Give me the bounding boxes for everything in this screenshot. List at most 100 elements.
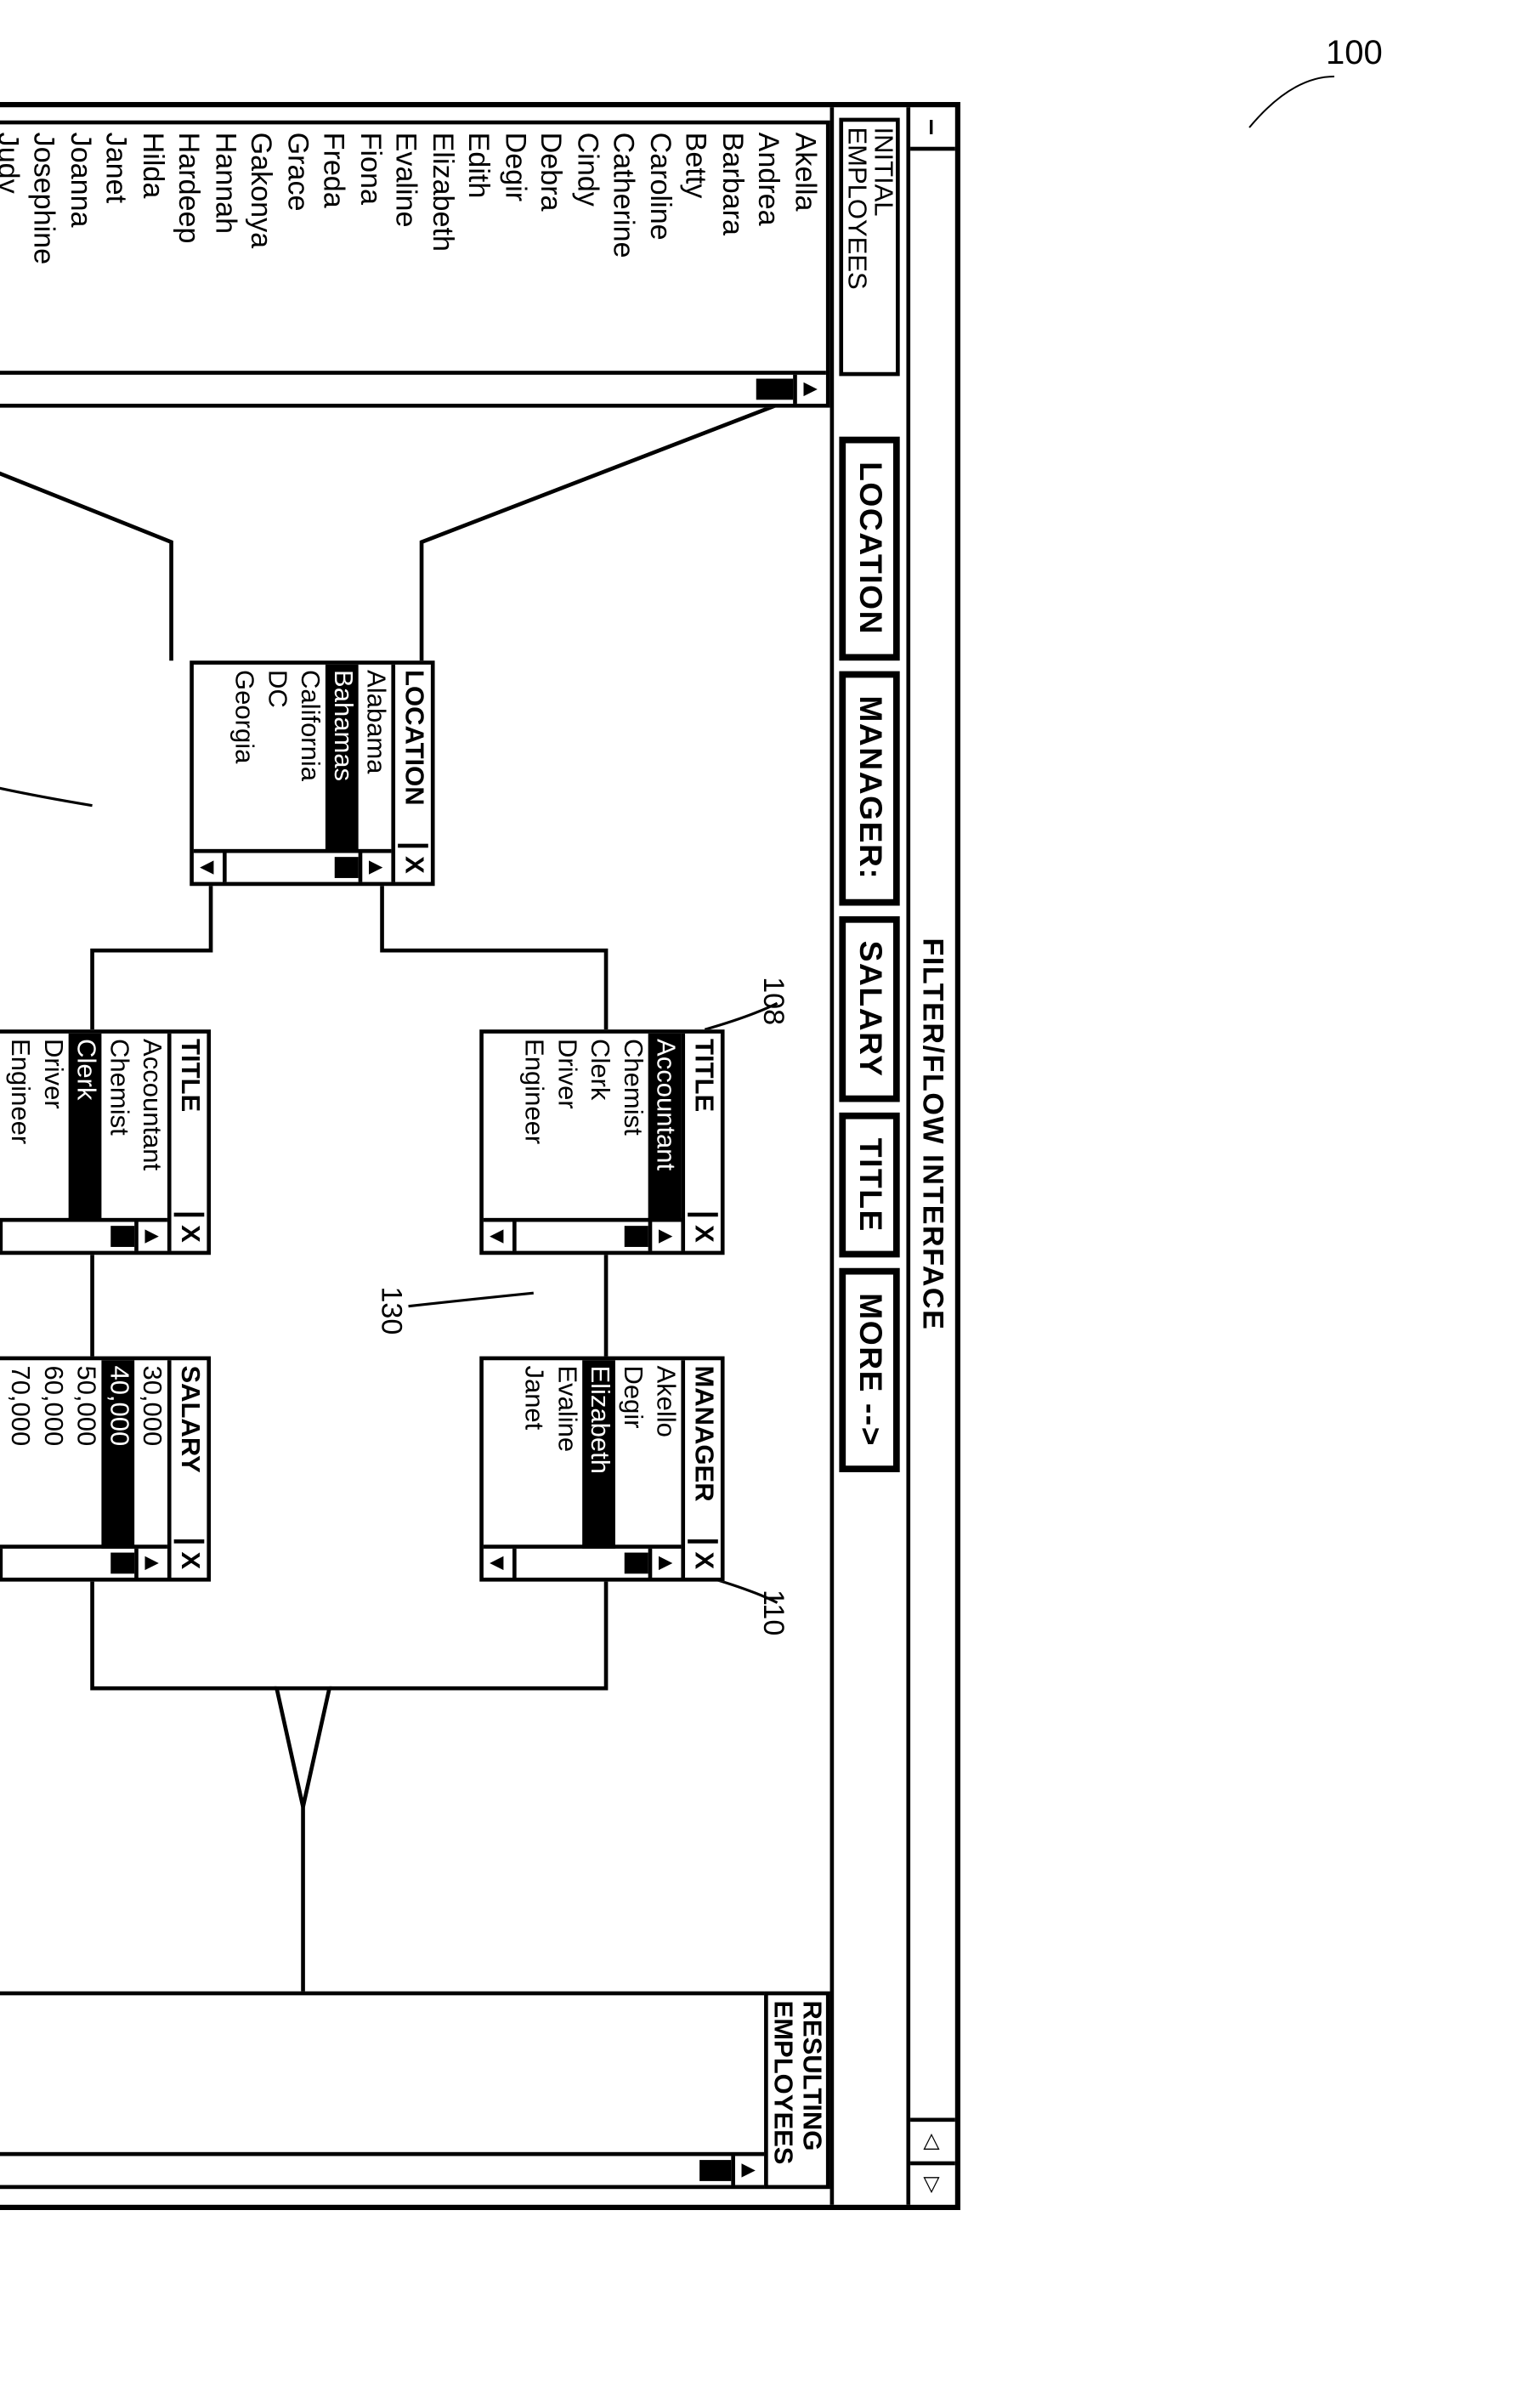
list-item[interactable]: Chemist xyxy=(615,1034,648,1222)
scroll-thumb[interactable] xyxy=(625,1226,648,1247)
list-item[interactable]: Akello xyxy=(648,1360,682,1549)
scroll-up-icon[interactable]: ▲ xyxy=(731,2156,764,2185)
scroll-up-icon[interactable]: ▲ xyxy=(793,375,826,404)
scroll-thumb[interactable] xyxy=(110,1553,134,1574)
location-panel[interactable]: LOCATION X AlabamaBahamasCaliforniaDCGeo… xyxy=(190,660,434,886)
list-item[interactable]: Fiona xyxy=(353,133,389,370)
nav-left-button[interactable]: ◁ xyxy=(910,2118,955,2162)
list-item[interactable]: Akella xyxy=(787,133,824,370)
list-item[interactable]: 40,000 xyxy=(101,1360,134,1549)
app-window: – FILTER/FLOW INTERFACE ◁ ▷ INITIAL EMPL… xyxy=(0,102,960,2210)
list-item[interactable]: Caroline xyxy=(643,133,679,370)
list-item[interactable]: DC xyxy=(259,665,292,853)
list-item[interactable]: Catherine xyxy=(606,133,643,370)
list-item[interactable]: Evaline xyxy=(388,133,425,370)
scroll-thumb[interactable] xyxy=(699,2160,731,2181)
list-item[interactable]: 60,000 xyxy=(36,1360,69,1549)
title-top-scrollbar[interactable]: ▲ ▼ xyxy=(484,1218,682,1251)
title-bottom-panel-close[interactable]: X xyxy=(174,1213,205,1251)
list-item[interactable]: Engineer xyxy=(3,1034,36,1222)
scroll-thumb[interactable] xyxy=(335,857,359,878)
location-panel-close[interactable]: X xyxy=(398,844,428,882)
scroll-thumb[interactable] xyxy=(625,1553,648,1574)
list-item[interactable]: Grace xyxy=(280,133,316,370)
list-item[interactable]: Elizabeth xyxy=(425,133,461,370)
list-item[interactable]: Cindy xyxy=(569,133,606,370)
list-item[interactable]: Clerk xyxy=(582,1034,615,1222)
list-item[interactable]: Hilda xyxy=(135,133,172,370)
list-item[interactable]: Hardeep xyxy=(172,133,208,370)
system-menu-button[interactable]: – xyxy=(910,107,955,150)
salary-panel-close[interactable]: X xyxy=(174,1539,205,1578)
list-item[interactable]: Janet xyxy=(99,133,135,370)
list-item[interactable]: Alabama xyxy=(359,665,392,853)
list-item[interactable]: Degir xyxy=(497,133,534,370)
scroll-down-icon[interactable]: ▼ xyxy=(0,1549,3,1578)
nav-right-button[interactable]: ▷ xyxy=(910,2162,955,2205)
salary-panel[interactable]: SALARY X 30,00040,00050,00060,00070,000 … xyxy=(0,1357,211,1582)
list-item[interactable]: 30,000 xyxy=(134,1360,167,1549)
list-item[interactable]: Edith xyxy=(461,133,498,370)
list-item[interactable]: Driver xyxy=(549,1034,582,1222)
list-item[interactable]: Driver xyxy=(36,1034,69,1222)
title-top-panel[interactable]: TITLE X AccountantChemistClerkDriverEngi… xyxy=(479,1029,724,1255)
salary-scrollbar[interactable]: ▲ ▼ xyxy=(0,1544,167,1578)
list-item[interactable]: Hannah xyxy=(207,133,244,370)
list-item[interactable]: Gakonya xyxy=(244,133,280,370)
scroll-up-icon[interactable]: ▲ xyxy=(134,1222,167,1251)
list-item[interactable]: Barbara xyxy=(715,133,751,370)
list-item[interactable]: 70,000 xyxy=(3,1360,36,1549)
list-item[interactable]: Josephine xyxy=(26,133,63,370)
list-item[interactable]: Bahamas xyxy=(326,665,359,853)
list-item[interactable]: Betty xyxy=(678,133,715,370)
manager-panel-close[interactable]: X xyxy=(688,1539,718,1578)
scroll-up-icon[interactable]: ▲ xyxy=(648,1549,682,1578)
result-list[interactable]: ▲ ▼ xyxy=(0,1992,764,2190)
list-item[interactable]: Joanna xyxy=(63,133,99,370)
initial-employees-list[interactable]: AkellaAndreaBarbaraBettyCarolineCatherin… xyxy=(0,121,830,408)
title-top-panel-close[interactable]: X xyxy=(688,1213,718,1251)
manager-panel-title: MANAGER xyxy=(685,1360,721,1539)
list-item[interactable]: Elizabeth xyxy=(582,1360,615,1549)
list-item[interactable]: Chemist xyxy=(101,1034,134,1222)
toolbar-manager-button[interactable]: MANAGER: xyxy=(840,671,900,905)
scroll-up-icon[interactable]: ▲ xyxy=(648,1222,682,1251)
title-bottom-scrollbar[interactable]: ▲ ▼ xyxy=(0,1218,167,1251)
result-scrollbar[interactable]: ▲ ▼ xyxy=(0,2152,764,2185)
scroll-down-icon[interactable]: ▼ xyxy=(484,1549,517,1578)
manager-scrollbar[interactable]: ▲ ▼ xyxy=(484,1544,682,1578)
scroll-up-icon[interactable]: ▲ xyxy=(359,853,392,882)
list-item[interactable]: California xyxy=(292,665,326,853)
list-item[interactable]: Judy xyxy=(0,133,26,370)
toolbar: INITIAL EMPLOYEES LOCATION MANAGER: SALA… xyxy=(830,107,907,2205)
list-item[interactable]: Accountant xyxy=(134,1034,167,1222)
toolbar-salary-button[interactable]: SALARY xyxy=(840,915,900,1102)
list-item[interactable]: Evaline xyxy=(549,1360,582,1549)
scroll-thumb[interactable] xyxy=(756,379,793,400)
list-item[interactable]: Clerk xyxy=(69,1034,102,1222)
list-item[interactable]: Freda xyxy=(316,133,353,370)
scroll-down-icon[interactable]: ▼ xyxy=(0,1222,3,1251)
toolbar-title-button[interactable]: TITLE xyxy=(840,1113,900,1257)
scroll-down-icon[interactable]: ▼ xyxy=(194,853,227,882)
manager-panel[interactable]: MANAGER X AkelloDegirElizabethEvalineJan… xyxy=(479,1357,724,1582)
scroll-down-icon[interactable]: ▼ xyxy=(484,1222,517,1251)
list-item[interactable]: Accountant xyxy=(648,1034,682,1222)
location-scrollbar[interactable]: ▲ ▼ xyxy=(194,849,392,882)
result-line1: RESULTING xyxy=(797,2001,826,2180)
scroll-up-icon[interactable]: ▲ xyxy=(134,1549,167,1578)
list-item[interactable]: Debra xyxy=(534,133,570,370)
list-item[interactable]: Engineer xyxy=(517,1034,550,1222)
toolbar-location-button[interactable]: LOCATION xyxy=(840,437,900,660)
list-item[interactable]: Andrea xyxy=(751,133,788,370)
ref-130: 130 xyxy=(374,1286,408,1335)
list-item[interactable]: Degir xyxy=(615,1360,648,1549)
toolbar-more-button[interactable]: MORE --> xyxy=(840,1268,900,1472)
list-item[interactable]: 50,000 xyxy=(69,1360,102,1549)
title-bottom-panel[interactable]: TITLE X AccountantChemistClerkDriverEngi… xyxy=(0,1029,211,1255)
scroll-thumb[interactable] xyxy=(110,1226,134,1247)
initial-scrollbar[interactable]: ▲ ▼ xyxy=(0,371,826,404)
location-panel-title: LOCATION xyxy=(395,665,431,844)
list-item[interactable]: Georgia xyxy=(227,665,260,853)
list-item[interactable]: Janet xyxy=(517,1360,550,1549)
